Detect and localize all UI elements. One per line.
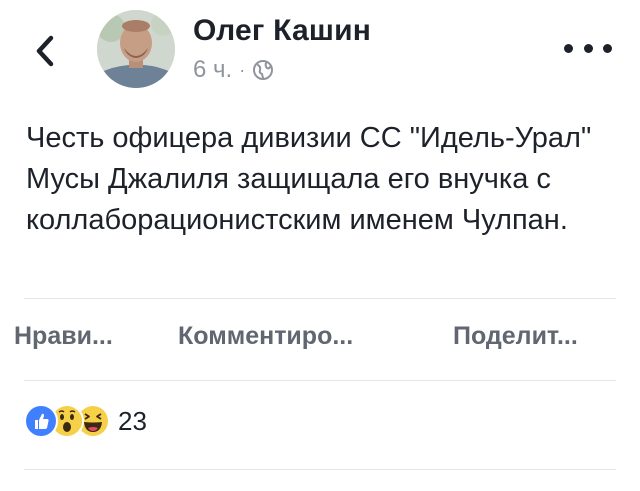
like-reaction-icon <box>24 404 58 438</box>
reaction-count: 23 <box>118 405 147 436</box>
action-bar: Нрави... Комментиро... Поделит... <box>0 322 640 364</box>
divider <box>24 380 616 381</box>
globe-icon <box>253 60 274 80</box>
more-dot <box>564 43 573 53</box>
divider <box>24 469 616 470</box>
reactions-summary[interactable]: 23 <box>24 404 147 438</box>
more-dot <box>583 43 593 53</box>
post-meta: 6 ч. · <box>193 56 274 84</box>
comment-button[interactable]: Комментиро... <box>178 322 353 351</box>
chevron-left-icon <box>36 35 54 67</box>
post-text: Честь офицера дивизии СС "Идель-Урал" Му… <box>26 122 592 236</box>
author-name[interactable]: Олег Кашин <box>193 14 371 48</box>
share-button[interactable]: Поделит... <box>453 322 578 351</box>
more-dot <box>603 43 612 53</box>
avatar-photo-icon <box>97 10 175 88</box>
back-button[interactable] <box>30 34 60 68</box>
post-time[interactable]: 6 ч. <box>193 56 232 84</box>
like-button[interactable]: Нрави... <box>14 322 113 351</box>
more-options-button[interactable] <box>564 34 612 62</box>
meta-separator: · <box>239 59 246 80</box>
avatar[interactable] <box>97 10 175 88</box>
divider <box>24 298 616 299</box>
